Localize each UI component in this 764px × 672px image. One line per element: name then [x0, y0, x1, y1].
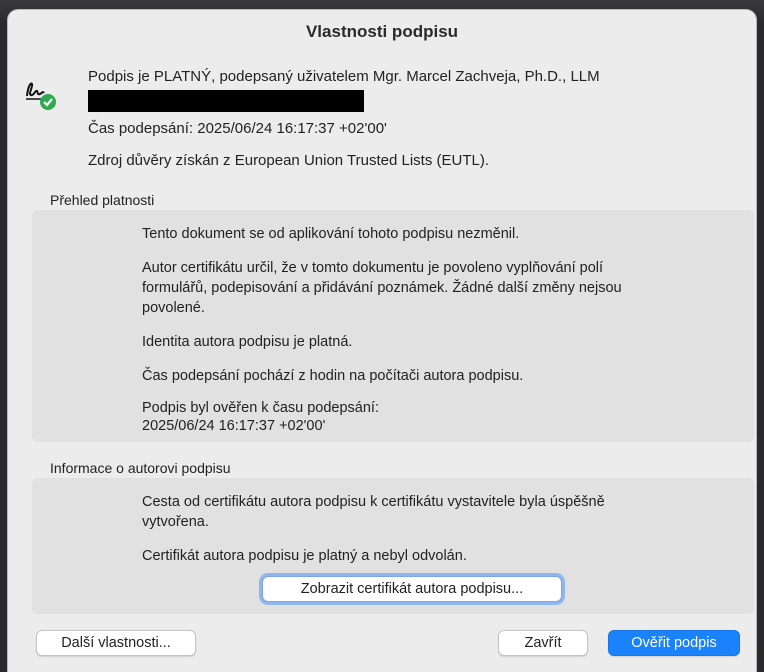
validity-item: formulářů, podepisování a přidávání pozn… [142, 280, 622, 296]
signer-info-item: vytvořena. [142, 514, 209, 530]
signer-info-item: Cesta od certifikátu autora podpisu k ce… [142, 494, 605, 510]
more-properties-button[interactable]: Další vlastnosti... [36, 630, 196, 656]
signature-status: Podpis je PLATNÝ, podepsaný uživatelem M… [88, 68, 600, 85]
signer-info-item: Certifikát autora podpisu je platný a ne… [142, 548, 467, 564]
validity-panel: Tento dokument se od aplikování tohoto p… [32, 210, 754, 442]
validity-item: Podpis byl ověřen k času podepsání: [142, 400, 379, 416]
signature-valid-icon [22, 72, 64, 112]
validity-item: Čas podepsání pochází z hodin na počítač… [142, 368, 524, 384]
validity-item: Identita autora podpisu je platná. [142, 334, 353, 350]
validity-item: 2025/06/24 16:17:37 +02'00' [142, 418, 326, 434]
signing-time: Čas podepsání: 2025/06/24 16:17:37 +02'0… [88, 120, 387, 137]
trust-source: Zdroj důvěry získán z European Union Tru… [88, 152, 490, 169]
validity-item: Tento dokument se od aplikování tohoto p… [142, 226, 520, 242]
redacted-block [88, 90, 364, 112]
validity-item: Autor certifikátu určil, že v tomto doku… [142, 260, 604, 276]
dialog-title: Vlastnosti podpisu [305, 22, 459, 41]
signer-info-section-label: Informace o autorovi podpisu [50, 460, 231, 476]
signer-info-panel: Cesta od certifikátu autora podpisu k ce… [32, 478, 754, 614]
validity-item: povolené. [142, 300, 205, 316]
validity-section-label: Přehled platnosti [50, 192, 155, 208]
show-certificate-button[interactable]: Zobrazit certifikát autora podpisu... [262, 576, 562, 602]
signature-properties-dialog: Vlastnosti podpisu Podpis je PLATNÝ, pod… [8, 10, 756, 672]
close-button[interactable]: Zavřít [498, 630, 588, 656]
verify-signature-button[interactable]: Ověřit podpis [608, 630, 740, 656]
